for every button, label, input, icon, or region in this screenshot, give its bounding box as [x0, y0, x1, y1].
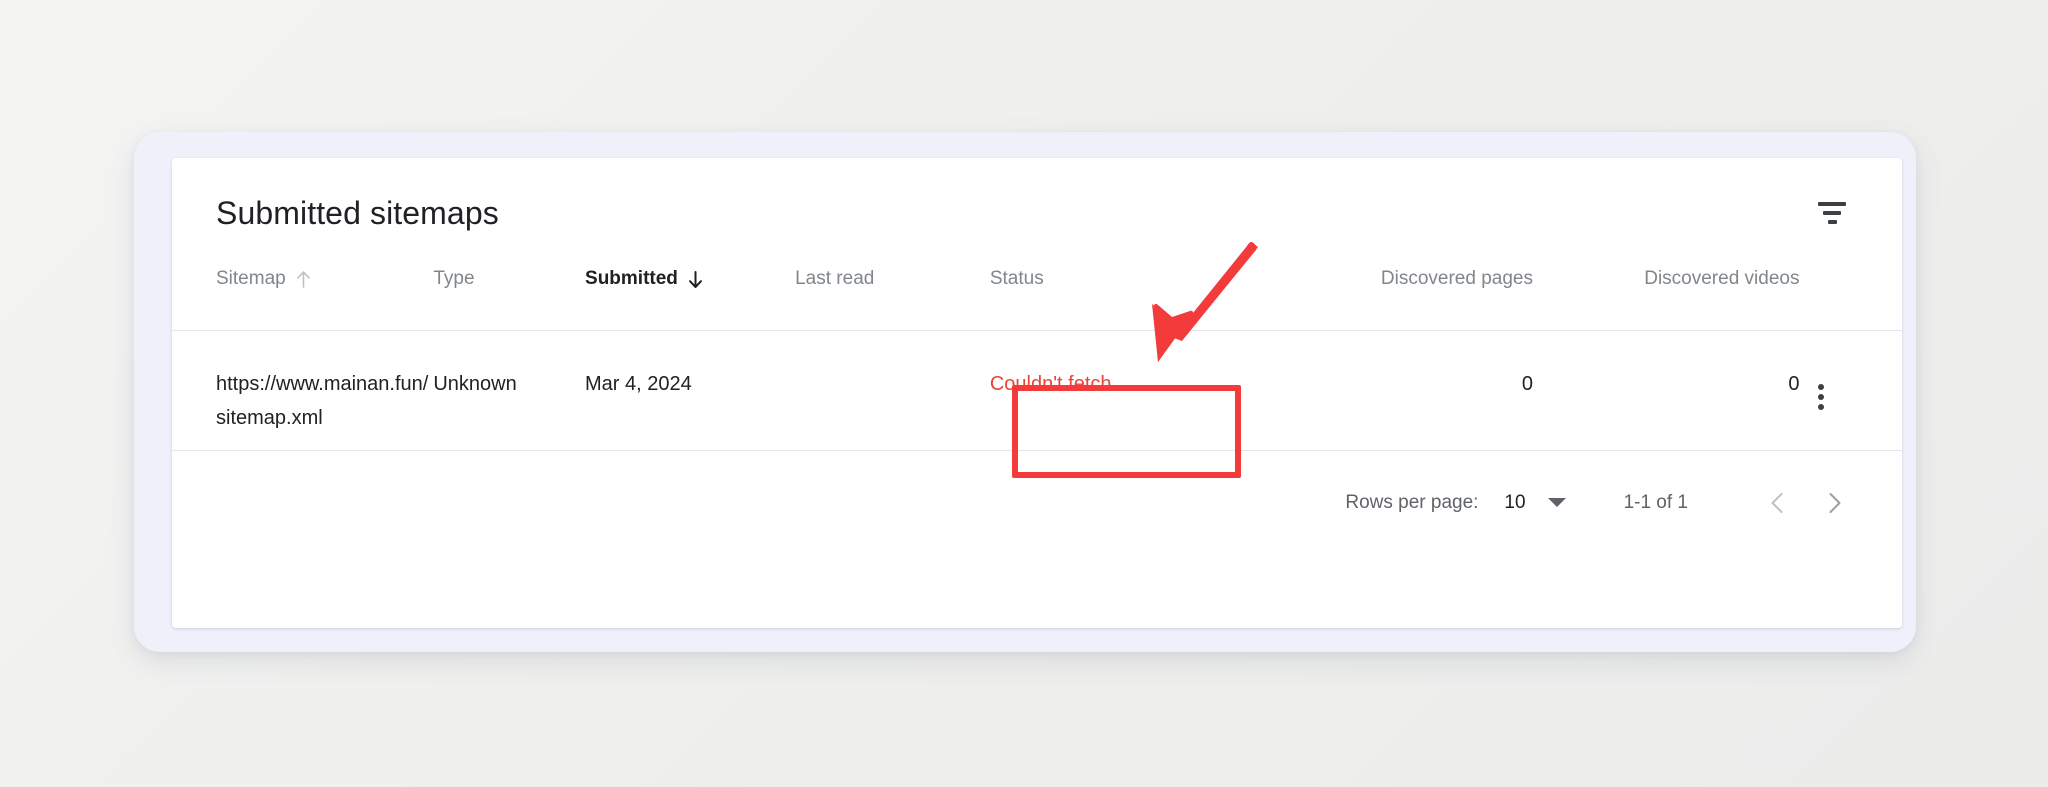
rows-per-page-select[interactable]: 10 [1504, 491, 1566, 514]
column-header-submitted-label: Submitted [585, 268, 678, 289]
column-header-sitemap[interactable]: Sitemap [172, 268, 433, 330]
rows-per-page-value: 10 [1504, 491, 1526, 513]
column-header-discovered-videos-label: Discovered videos [1644, 268, 1800, 289]
filter-icon [1818, 202, 1846, 224]
table-header-row: Sitemap Type Submitted Last read Status … [172, 268, 1902, 330]
sort-ascending-icon [295, 270, 312, 289]
cell-discovered-pages: 0 [1246, 329, 1533, 451]
column-header-status[interactable]: Status [990, 268, 1246, 330]
chevron-down-icon [1547, 498, 1566, 507]
column-header-sitemap-label: Sitemap [216, 268, 286, 289]
card-header: Submitted sitemaps [172, 158, 1902, 268]
chevron-left-icon [1765, 490, 1791, 516]
column-header-actions [1799, 268, 1902, 330]
column-header-last-read-label: Last read [795, 268, 875, 289]
column-header-status-label: Status [989, 268, 1044, 289]
column-header-type[interactable]: Type [433, 268, 585, 330]
cell-last-read [795, 329, 990, 451]
filter-button[interactable] [1806, 187, 1858, 239]
sort-descending-icon [687, 270, 704, 289]
previous-page-button[interactable] [1750, 475, 1806, 531]
table-header: Sitemap Type Submitted Last read Status … [172, 268, 1902, 330]
column-header-submitted[interactable]: Submitted [585, 268, 795, 330]
status-badge: Couldn't fetch [989, 372, 1112, 395]
submitted-sitemaps-card: Submitted sitemaps Sitemap Type Submitte… [172, 158, 1902, 628]
cell-type: Unknown [433, 329, 586, 451]
sitemaps-table: Sitemap Type Submitted Last read Status … [172, 268, 1902, 451]
column-header-last-read[interactable]: Last read [795, 268, 990, 330]
column-header-discovered-pages-label: Discovered pages [1380, 268, 1533, 289]
pagination-bar: Rows per page: 10 1-1 of 1 [172, 451, 1902, 555]
cell-row-actions [1799, 329, 1902, 451]
next-page-button[interactable] [1806, 475, 1862, 531]
cell-submitted: Mar 4, 2024 [585, 329, 796, 451]
cell-sitemap: https://www.mainan.fun/sitemap.xml [172, 329, 434, 451]
column-header-type-label: Type [433, 268, 475, 289]
table-body: https://www.mainan.fun/sitemap.xml Unkno… [172, 329, 1902, 451]
more-vert-icon[interactable] [1799, 375, 1843, 419]
pagination-range-label: 1-1 of 1 [1623, 491, 1688, 513]
sitemap-url-text: https://www.mainan.fun/sitemap.xml [216, 372, 429, 429]
rows-per-page-label: Rows per page: [1345, 491, 1479, 513]
cell-discovered-videos: 0 [1533, 329, 1800, 451]
chevron-right-icon [1821, 490, 1847, 516]
cell-status: Couldn't fetch [989, 329, 1247, 451]
page-title: Submitted sitemaps [216, 195, 499, 231]
column-header-discovered-pages[interactable]: Discovered pages [1246, 268, 1533, 330]
column-header-discovered-videos[interactable]: Discovered videos [1533, 268, 1799, 330]
table-row[interactable]: https://www.mainan.fun/sitemap.xml Unkno… [172, 329, 1902, 451]
